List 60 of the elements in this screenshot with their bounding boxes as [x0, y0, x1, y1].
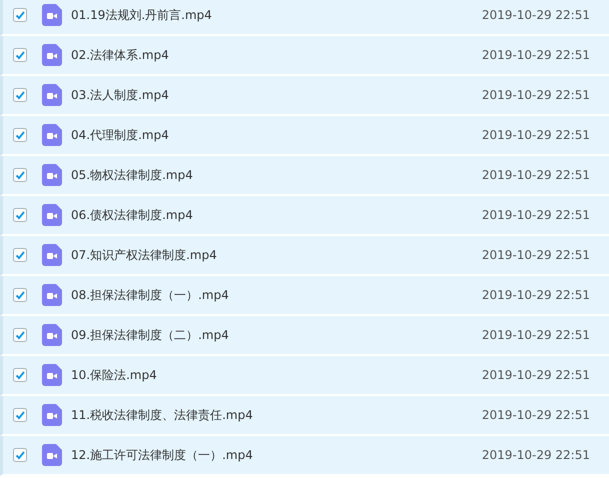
file-date: 2019-10-29 22:51	[482, 88, 590, 102]
checkbox[interactable]	[13, 48, 27, 62]
video-file-icon	[42, 4, 62, 26]
checkbox[interactable]	[13, 248, 27, 262]
checkbox[interactable]	[13, 408, 27, 422]
file-date: 2019-10-29 22:51	[482, 168, 590, 182]
file-date: 2019-10-29 22:51	[482, 8, 590, 22]
file-date: 2019-10-29 22:51	[482, 368, 590, 382]
checkbox[interactable]	[13, 448, 27, 462]
video-file-icon	[42, 364, 62, 386]
checkbox[interactable]	[13, 88, 27, 102]
file-name: 12.施工许可法律制度（一）.mp4	[71, 446, 254, 464]
file-row[interactable]: 02.法律体系.mp4 2019-10-29 22:51	[0, 36, 609, 76]
video-file-icon	[42, 244, 62, 266]
file-date: 2019-10-29 22:51	[482, 328, 590, 342]
checkbox[interactable]	[13, 288, 27, 302]
file-name: 06.债权法律制度.mp4	[71, 206, 194, 224]
checkbox[interactable]	[13, 208, 27, 222]
file-row[interactable]: 06.债权法律制度.mp4 2019-10-29 22:51	[0, 196, 609, 236]
file-date: 2019-10-29 22:51	[482, 128, 590, 142]
video-file-icon	[42, 324, 62, 346]
video-file-icon	[42, 404, 62, 426]
file-row[interactable]: 09.担保法律制度（二）.mp4 2019-10-29 22:51	[0, 316, 609, 356]
file-row[interactable]: 08.担保法律制度（一）.mp4 2019-10-29 22:51	[0, 276, 609, 316]
file-date: 2019-10-29 22:51	[482, 208, 590, 222]
file-name: 04.代理制度.mp4	[71, 126, 170, 144]
file-date: 2019-10-29 22:51	[482, 48, 590, 62]
file-name: 08.担保法律制度（一）.mp4	[71, 286, 230, 304]
file-row[interactable]: 04.代理制度.mp4 2019-10-29 22:51	[0, 116, 609, 156]
file-row[interactable]: 07.知识产权法律制度.mp4 2019-10-29 22:51	[0, 236, 609, 276]
file-name: 11.税收法律制度、法律责任.mp4	[71, 406, 254, 424]
file-date: 2019-10-29 22:51	[482, 448, 590, 462]
file-name: 10.保险法.mp4	[71, 366, 158, 384]
file-name: 07.知识产权法律制度.mp4	[71, 246, 218, 264]
checkbox[interactable]	[13, 328, 27, 342]
file-name: 09.担保法律制度（二）.mp4	[71, 326, 230, 344]
file-name: 05.物权法律制度.mp4	[71, 166, 194, 184]
file-row[interactable]: 12.施工许可法律制度（一）.mp4 2019-10-29 22:51	[0, 436, 609, 476]
checkbox[interactable]	[13, 128, 27, 142]
file-row[interactable]: 10.保险法.mp4 2019-10-29 22:51	[0, 356, 609, 396]
file-row[interactable]: 05.物权法律制度.mp4 2019-10-29 22:51	[0, 156, 609, 196]
file-row[interactable]: 11.税收法律制度、法律责任.mp4 2019-10-29 22:51	[0, 396, 609, 436]
checkbox[interactable]	[13, 8, 27, 22]
video-file-icon	[42, 164, 62, 186]
file-name: 02.法律体系.mp4	[71, 46, 170, 64]
video-file-icon	[42, 284, 62, 306]
video-file-icon	[42, 124, 62, 146]
file-date: 2019-10-29 22:51	[482, 288, 590, 302]
file-date: 2019-10-29 22:51	[482, 248, 590, 262]
file-row[interactable]: 03.法人制度.mp4 2019-10-29 22:51	[0, 76, 609, 116]
video-file-icon	[42, 84, 62, 106]
file-name: 03.法人制度.mp4	[71, 86, 170, 104]
video-file-icon	[42, 204, 62, 226]
file-name: 01.19法规刘.丹前言.mp4	[71, 6, 213, 24]
checkbox[interactable]	[13, 168, 27, 182]
video-file-icon	[42, 44, 62, 66]
checkbox[interactable]	[13, 368, 27, 382]
file-row[interactable]: 01.19法规刘.丹前言.mp4 2019-10-29 22:51	[0, 0, 609, 36]
video-file-icon	[42, 444, 62, 466]
file-date: 2019-10-29 22:51	[482, 408, 590, 422]
